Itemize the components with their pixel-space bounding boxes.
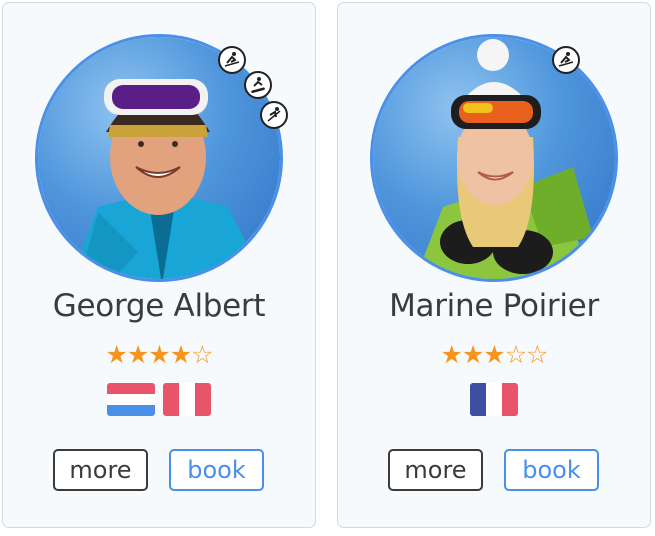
more-button[interactable]: more (388, 449, 483, 491)
rating-stars: ★★★☆☆ (338, 341, 650, 369)
rating-stars: ★★★★☆ (3, 341, 315, 369)
star-icon: ★ (461, 340, 484, 369)
freestyle-icon (260, 101, 288, 129)
star-icon: ★ (440, 340, 462, 369)
book-button[interactable]: book (504, 449, 599, 491)
instructor-photo (35, 34, 283, 282)
star-icon: ★ (169, 340, 192, 369)
ski-icon (218, 46, 246, 74)
star-empty-icon: ☆ (526, 340, 548, 369)
star-icon: ★ (105, 340, 127, 369)
fr-flag (163, 383, 211, 416)
instructor-photo (370, 34, 618, 282)
star-icon: ★ (148, 340, 170, 369)
nl-flag (107, 383, 155, 416)
fr-flag (470, 383, 518, 416)
star-icon: ★ (126, 340, 149, 369)
snowboard-icon (244, 71, 272, 99)
more-button[interactable]: more (53, 449, 148, 491)
instructor-name: George Albert (52, 288, 266, 324)
star-icon: ★ (483, 340, 505, 369)
instructor-name: Marine Poirier (389, 288, 599, 324)
language-flags (338, 383, 650, 416)
instructor-card: George Albert ★★★★☆ more book (2, 2, 316, 528)
language-flags (3, 383, 315, 416)
book-button[interactable]: book (169, 449, 264, 491)
star-empty-icon: ☆ (504, 340, 527, 369)
instructor-card: Marine Poirier ★★★☆☆ more book (337, 2, 651, 528)
star-empty-icon: ☆ (191, 340, 213, 369)
ski-icon (552, 46, 580, 74)
